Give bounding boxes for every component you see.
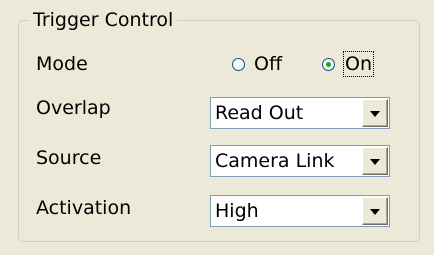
overlap-dropdown-button[interactable]: [362, 99, 388, 127]
mode-on-radio[interactable]: On: [322, 51, 374, 77]
overlap-dropdown[interactable]: Read Out: [210, 97, 390, 129]
chevron-down-icon: [370, 111, 380, 117]
chevron-down-icon: [370, 209, 380, 215]
source-label: Source: [36, 147, 102, 169]
activation-dropdown-button[interactable]: [362, 197, 388, 225]
activation-label: Activation: [36, 197, 132, 219]
source-dropdown-button[interactable]: [362, 147, 388, 175]
radio-circle-icon: [322, 57, 335, 71]
mode-on-label: On: [343, 51, 374, 77]
mode-off-radio[interactable]: Off: [232, 52, 282, 76]
activation-value: High: [215, 200, 259, 222]
radio-circle-icon: [232, 57, 245, 71]
overlap-label: Overlap: [36, 97, 111, 119]
trigger-control-title: Trigger Control: [28, 8, 178, 32]
chevron-down-icon: [370, 159, 380, 165]
mode-label: Mode: [36, 53, 88, 75]
source-value: Camera Link: [215, 150, 335, 172]
overlap-value: Read Out: [215, 102, 304, 124]
mode-off-label: Off: [254, 53, 283, 75]
activation-dropdown[interactable]: High: [210, 195, 390, 227]
source-dropdown[interactable]: Camera Link: [210, 145, 390, 177]
